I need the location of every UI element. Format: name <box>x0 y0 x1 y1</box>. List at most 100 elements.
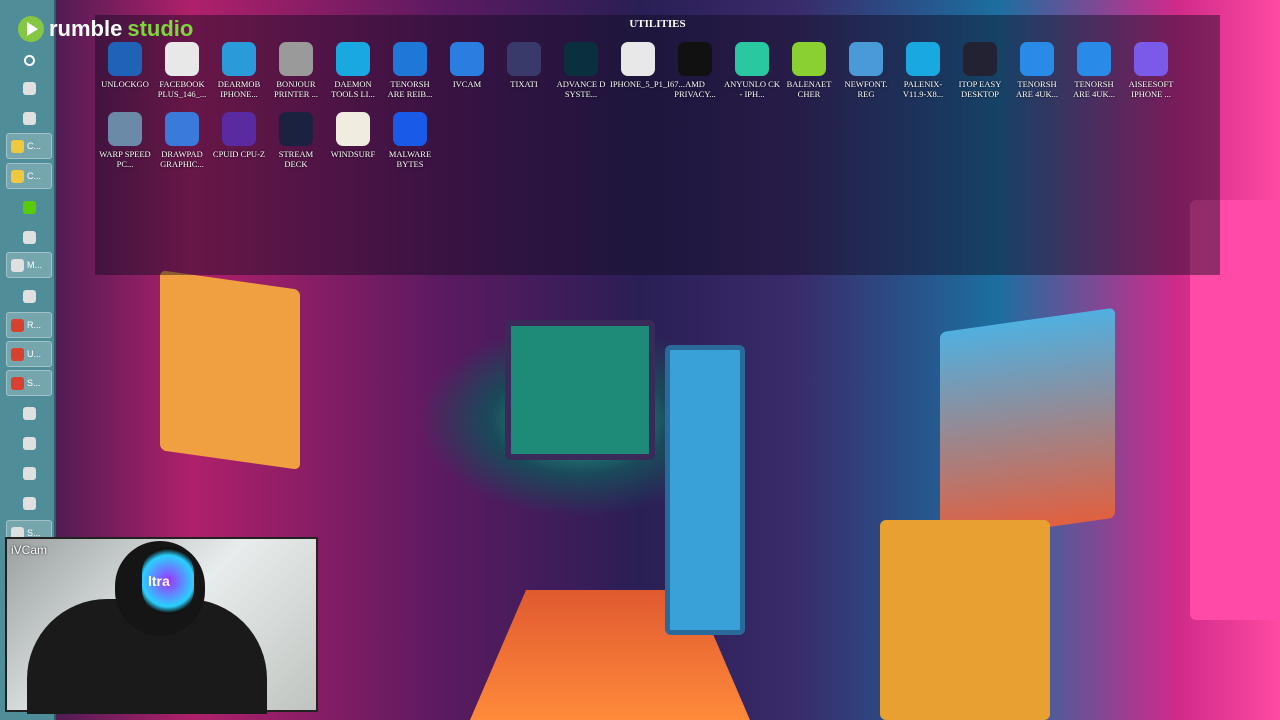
shortcut-label: IVCAM <box>452 79 482 89</box>
desktop-fence-utilities: UTILITIES UNLOCKGO FACEBOOK PLUS_146_... D… <box>95 15 1220 275</box>
taskbar-item[interactable] <box>6 75 52 101</box>
unlock-icon <box>735 42 769 76</box>
fence-title: UTILITIES <box>629 18 686 30</box>
desktop-shortcut[interactable]: IVCAM <box>439 42 495 89</box>
desktop-shortcut[interactable]: UNLOCKGO <box>97 42 153 89</box>
desktop-shortcut[interactable]: MALWARE BYTES <box>382 112 438 169</box>
photos-icon <box>11 258 24 272</box>
shortcut-label: IPHONE_5_P1_I67... <box>610 79 685 89</box>
desktop-shortcut[interactable]: DEARMOB IPHONE... <box>211 42 267 99</box>
eye-shield-icon <box>678 42 712 76</box>
chrome-icon <box>11 376 24 390</box>
shortcut-label: TENORSH ARE REIB... <box>387 79 433 99</box>
taskbar-item[interactable]: S... <box>6 370 52 396</box>
shortcut-label: BONJOUR PRINTER ... <box>274 79 318 99</box>
folder-icon <box>11 139 24 153</box>
desktop-shortcut[interactable]: TENORSH ARE REIB... <box>382 42 438 99</box>
shortcut-label: UNLOCKGO <box>101 79 149 89</box>
obs-icon <box>23 466 36 480</box>
desktop-shortcut[interactable]: ADVANCE D SYSTE... <box>553 42 609 99</box>
taskbar-item[interactable] <box>6 490 52 516</box>
tenorshare-4uk-icon <box>1077 42 1111 76</box>
webcam-overlay: ltra iVCam <box>5 537 318 714</box>
shortcut-label: WARP SPEED PC... <box>99 149 151 169</box>
advanced-systemcare-icon <box>564 42 598 76</box>
desktop-shortcut[interactable]: CPUID CPU-Z <box>211 112 267 159</box>
lightning-icon <box>906 42 940 76</box>
mask-text: ltra <box>148 573 170 589</box>
webcam-icon <box>450 42 484 76</box>
dearmob-icon <box>222 42 256 76</box>
desktop-shortcut[interactable]: BONJOUR PRINTER ... <box>268 42 324 99</box>
desktop-shortcut[interactable]: BALENAET CHER <box>781 42 837 99</box>
desktop-shortcut[interactable]: DRAWPAD GRAPHIC... <box>154 112 210 169</box>
desktop-shortcut[interactable]: FACEBOOK PLUS_146_... <box>154 42 210 99</box>
taskbar-item-label: U... <box>27 349 42 359</box>
wallpaper-arcade-panel <box>880 520 1050 720</box>
paintbrush-icon <box>165 112 199 146</box>
taskbar-item[interactable] <box>6 460 52 486</box>
desktop-shortcut[interactable]: TENORSH ARE 4UK... <box>1009 42 1065 99</box>
tenorshare-r-icon <box>393 42 427 76</box>
taskbar-item[interactable]: C... <box>6 163 52 189</box>
shortcut-label: DRAWPAD GRAPHIC... <box>160 149 204 169</box>
lock-icon <box>1134 42 1168 76</box>
shortcut-label: ANYUNLO CK - IPH... <box>724 79 780 99</box>
lightning-icon <box>336 42 370 76</box>
taskbar-item-label: S... <box>27 378 41 388</box>
share-nodes-icon <box>108 42 142 76</box>
taskbar-item[interactable]: U... <box>6 341 52 367</box>
taskbar-item[interactable] <box>6 224 52 250</box>
taskbar-item[interactable] <box>6 105 52 131</box>
desktop-shortcut[interactable]: WINDSURF <box>325 112 381 159</box>
printer-icon <box>279 42 313 76</box>
shortcut-label: CPUID CPU-Z <box>212 149 266 159</box>
search-icon <box>24 54 35 66</box>
ipa-file-icon <box>165 42 199 76</box>
windsurf-icon <box>336 112 370 146</box>
taskbar-item[interactable]: C... <box>6 133 52 159</box>
desktop-shortcut[interactable]: STREAM DECK <box>268 112 324 169</box>
taskbar-item[interactable] <box>6 194 52 220</box>
desktop-shortcut[interactable]: TENORSH ARE 4UK... <box>1066 42 1122 99</box>
shortcut-label: BALENAET CHER <box>786 79 832 99</box>
record-icon <box>23 436 36 450</box>
taskbar-item[interactable] <box>6 47 52 73</box>
desktop-shortcut[interactable]: IPHONE_5_P1_I67... <box>610 42 685 89</box>
duolingo-icon <box>23 200 36 214</box>
chrome-icon <box>11 347 24 361</box>
taskbar-item-label: C... <box>27 141 42 151</box>
window-icon <box>23 81 36 95</box>
shortcut-label: TENORSH ARE 4UK... <box>1015 79 1059 99</box>
tenorshare-4uk-icon <box>1020 42 1054 76</box>
taskbar-item-label: M... <box>27 260 42 270</box>
desktop-shortcut[interactable]: TIXATI <box>496 42 552 89</box>
taskbar-item[interactable] <box>6 400 52 426</box>
reg-file-icon <box>849 42 883 76</box>
ccleaner-icon <box>23 496 36 510</box>
app-icon <box>23 111 36 125</box>
taskbar-item[interactable] <box>6 283 52 309</box>
webcam-label: iVCam <box>11 543 48 557</box>
malwarebytes-icon <box>393 112 427 146</box>
shortcut-label: PALENIX-V11.9-X8... <box>902 79 944 99</box>
desktop-shortcut[interactable]: AISEESOFT IPHONE ... <box>1123 42 1179 99</box>
taskbar-item[interactable] <box>6 430 52 456</box>
taskbar-item[interactable]: R... <box>6 312 52 338</box>
desktop-shortcut[interactable]: ITOP EASY DESKTOP <box>952 42 1008 99</box>
shortcut-label: ADVANCE D SYSTE... <box>556 79 606 99</box>
desktop-shortcut[interactable]: NEWFONT. REG <box>838 42 894 99</box>
desktop-shortcut[interactable]: ANYUNLO CK - IPH... <box>724 42 780 99</box>
wallpaper-arcade-screen <box>160 270 300 470</box>
starburst-icon <box>108 112 142 146</box>
rumble-play-icon <box>18 16 44 42</box>
taskbar-item-label: R... <box>27 320 42 330</box>
desktop-shortcut[interactable]: WARP SPEED PC... <box>97 112 153 169</box>
shortcut-label: TIXATI <box>510 79 538 89</box>
desktop-shortcut[interactable]: DAEMON TOOLS LI... <box>325 42 381 99</box>
store-icon <box>23 230 36 244</box>
desktop-shortcut[interactable]: AMD PRIVACY... <box>667 42 723 99</box>
desktop-shortcut[interactable]: PALENIX-V11.9-X8... <box>895 42 951 99</box>
taskbar-item[interactable]: M... <box>6 252 52 278</box>
rumble-studio-logo: rumble studio <box>18 16 193 42</box>
